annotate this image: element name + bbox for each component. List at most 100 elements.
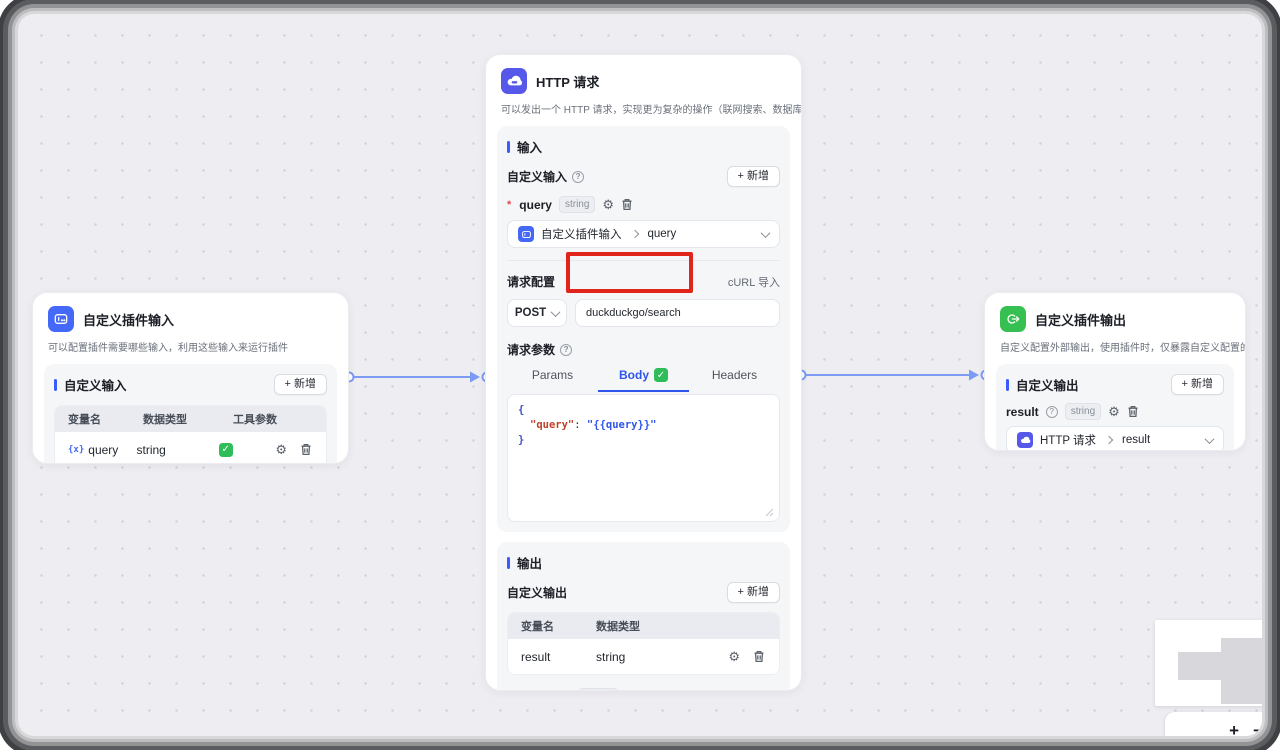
col-tool-param: 工具参数 [233,411,295,427]
method-value: POST [515,307,546,319]
minimap-node [1221,638,1262,704]
gear-icon[interactable]: ⚙ [602,198,614,211]
output-section-title: 输出 [517,553,542,572]
input-section-title: 输入 [517,137,542,156]
node-http-request[interactable]: HTTP 请求 可以发出一个 HTTP 请求，实现更为复杂的操作（联网搜索、数据… [486,55,801,690]
section-title: 自定义输入 [64,375,127,394]
ref-field-name: result [1122,434,1199,446]
node-plugin-input[interactable]: 自定义插件输入 可以配置插件需要哪些输入，利用这些输入来运行插件 自定义输入 +… [33,293,348,463]
edge-http-to-output [806,370,979,381]
request-error-label: 请求错误 [507,688,555,690]
node-title: HTTP 请求 [536,72,599,91]
section-bar [507,141,510,153]
variable-type: string [596,650,686,664]
node-plugin-output[interactable]: 自定义插件输出 自定义配置外部输出，使用插件时，仅暴露自定义配置的输出 自定义输… [985,293,1245,450]
table-header: 变量名 数据类型 工具参数 [55,406,326,432]
add-output-button[interactable]: + 新增 [1171,374,1224,395]
body-check-icon [654,368,668,382]
table-row[interactable]: {x} query string ⚙ [55,432,326,463]
code-colon: : [574,419,587,431]
resize-handle[interactable] [764,507,774,517]
variable-name: query [88,443,118,457]
node-header: 自定义插件输入 [33,293,348,339]
plugin-input-icon [518,226,534,242]
trash-icon[interactable] [1127,405,1139,418]
method-select[interactable]: POST [507,299,567,327]
app-window: 自定义插件输入 可以配置插件需要哪些输入，利用这些输入来运行插件 自定义输入 +… [0,0,1280,750]
code-key: "query" [530,419,574,431]
plugin-output-icon [1000,306,1026,332]
help-icon[interactable]: ? [560,344,572,356]
field-type-badge: string [1065,403,1101,420]
node-title: 自定义插件输入 [83,310,174,329]
code-value: "{{query}}" [587,419,657,431]
node-title: 自定义插件输出 [1035,310,1126,329]
output-variables-table: 变量名 数据类型 result string ⚙ [507,612,780,675]
curl-import-link[interactable]: cURL 导入 [728,274,780,290]
variable-name: result [508,650,596,664]
tab-body[interactable]: Body [598,362,689,392]
tab-headers[interactable]: Headers [689,362,780,392]
section-bar [54,379,57,391]
table-header: 变量名 数据类型 [508,613,779,639]
tab-params-label: Params [532,368,573,382]
tool-param-checkbox[interactable] [219,443,233,457]
node-header: 自定义插件输出 [985,293,1245,339]
required-marker: * [507,199,511,211]
node-description: 可以发出一个 HTTP 请求，实现更为复杂的操作（联网搜索、数据库查询等） [486,101,801,126]
custom-output-label: 自定义输出 [507,584,567,601]
param-type-badge: string [559,196,595,213]
col-variable-name: 变量名 [508,618,596,634]
http-output-panel: 输出 自定义输出 + 新增 变量名 数据类型 result string ⚙ [497,542,790,690]
gear-icon[interactable]: ⚙ [275,443,287,456]
custom-input-panel: 自定义输入 + 新增 变量名 数据类型 工具参数 {x} query strin… [44,364,337,463]
trash-icon[interactable] [753,650,765,663]
gear-icon[interactable]: ⚙ [728,650,740,663]
plugin-input-icon [48,306,74,332]
help-icon[interactable]: ? [572,171,584,183]
tab-params[interactable]: Params [507,362,598,392]
section-bar [1006,379,1009,391]
col-variable-name: 变量名 [55,411,143,427]
workflow-canvas[interactable]: 自定义插件输入 可以配置插件需要哪些输入，利用这些输入来运行插件 自定义输入 +… [18,14,1262,736]
table-row[interactable]: result string ⚙ [508,639,779,674]
edge-input-to-http [354,372,480,383]
ref-node-name: HTTP 请求 [1040,432,1096,448]
gear-icon[interactable]: ⚙ [1108,405,1120,418]
custom-output-panel: 自定义输出 + 新增 result ? string ⚙ HTTP 请求 res [996,364,1234,450]
request-params-tabs: Params Body Headers [507,362,780,392]
zoom-toolbar: + − [1165,712,1262,736]
custom-input-label: 自定义输入 [507,168,567,185]
node-description: 自定义配置外部输出，使用插件时，仅暴露自定义配置的输出 [985,339,1245,364]
ref-field-name: query [648,228,756,240]
add-http-input-button[interactable]: + 新增 [727,166,780,187]
url-input[interactable] [575,299,780,327]
zoom-in-button[interactable]: + [1229,722,1239,736]
section-title: 自定义输出 [1016,375,1079,394]
trash-icon[interactable] [300,443,312,456]
result-ref-select[interactable]: HTTP 请求 result [1006,426,1224,450]
add-http-output-button[interactable]: + 新增 [727,582,780,603]
col-data-type: 数据类型 [596,618,686,634]
chevron-down-icon [551,307,561,317]
request-config-label: 请求配置 [507,273,555,290]
add-input-button[interactable]: + 新增 [274,374,327,395]
help-icon[interactable]: ? [1046,406,1058,418]
http-cloud-icon [1017,432,1033,448]
chevron-right-icon [1105,436,1113,444]
http-cloud-icon [501,68,527,94]
chevron-down-icon [1205,434,1215,444]
body-code-editor[interactable]: { "query": "{{query}}" } [507,394,780,522]
section-bar [507,557,510,569]
minimap-node [1178,652,1223,680]
code-brace-open: { [518,404,524,416]
variable-icon: {x} [68,445,84,455]
minimap[interactable] [1155,620,1262,706]
chevron-right-icon [630,230,638,238]
trash-icon[interactable] [621,198,633,211]
tab-body-label: Body [619,368,649,382]
query-ref-select[interactable]: 自定义插件输入 query [507,220,780,248]
zoom-out-button[interactable]: − [1253,722,1262,736]
ref-node-name: 自定义插件输入 [541,226,622,242]
code-brace-close: } [518,434,524,446]
